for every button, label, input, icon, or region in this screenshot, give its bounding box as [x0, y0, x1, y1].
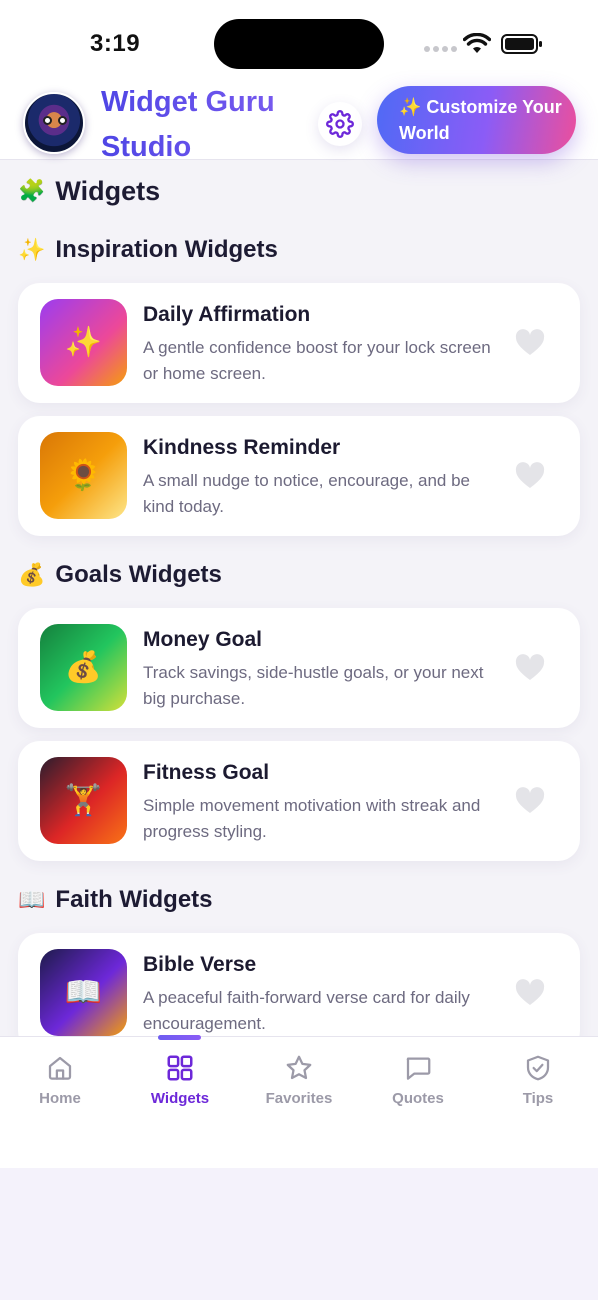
- card-title: Money Goal: [143, 628, 263, 651]
- heart-icon[interactable]: [515, 979, 545, 1007]
- star-icon: [286, 1055, 312, 1080]
- tab-tips[interactable]: Tips: [478, 1037, 598, 1127]
- status-time: 3:19: [90, 30, 141, 57]
- book-icon: 📖: [18, 887, 46, 913]
- tab-label: Home: [39, 1090, 81, 1107]
- widget-card-daily-affirmation[interactable]: ✨ Daily Affirmation A gentle confidence …: [18, 283, 580, 403]
- tab-label: Tips: [522, 1090, 554, 1107]
- dynamic-island: [214, 19, 384, 69]
- card-description: A small nudge to notice, encourage, and …: [143, 471, 471, 516]
- heart-icon[interactable]: [515, 462, 545, 490]
- grid-icon: [167, 1055, 193, 1081]
- card-title: Daily Affirmation: [143, 303, 311, 326]
- card-title: Fitness Goal: [143, 761, 270, 784]
- tab-bar: Home Widgets Favorites Quotes Tips: [0, 1035, 598, 1168]
- puzzle-icon: 🧩: [18, 179, 46, 204]
- wifi-icon: [463, 33, 491, 53]
- money-bag-icon: 💰: [40, 624, 127, 711]
- weightlifter-icon: 🏋: [40, 757, 127, 844]
- avatar[interactable]: [23, 92, 85, 154]
- section-title: Inspiration Widgets: [55, 236, 278, 263]
- tab-label: Quotes: [392, 1090, 444, 1107]
- app-title: Widget Guru Studio: [101, 80, 301, 170]
- home-icon: [48, 1056, 72, 1080]
- heart-icon[interactable]: [515, 329, 545, 357]
- widget-card-fitness-goal[interactable]: 🏋 Fitness Goal Simple movement motivatio…: [18, 741, 580, 861]
- sparkles-icon: ✨: [40, 299, 127, 386]
- section-title: Faith Widgets: [55, 886, 213, 913]
- heart-icon[interactable]: [515, 654, 545, 682]
- tab-label: Widgets: [150, 1090, 210, 1107]
- section-heading-inspiration: ✨ Inspiration Widgets: [18, 236, 278, 264]
- tab-home[interactable]: Home: [0, 1037, 120, 1127]
- section-heading-faith: 📖 Faith Widgets: [18, 886, 213, 914]
- status-bar: 3:19: [0, 0, 598, 80]
- app-header: Widget Guru Studio ✨ Customize Your Worl…: [0, 80, 598, 163]
- tab-label: Favorites: [265, 1090, 333, 1107]
- settings-button[interactable]: [318, 102, 362, 146]
- tab-favorites[interactable]: Favorites: [239, 1037, 359, 1127]
- widget-card-kindness-reminder[interactable]: 🌻 Kindness Reminder A small nudge to not…: [18, 416, 580, 536]
- customize-button[interactable]: ✨ Customize Your World: [377, 86, 576, 154]
- card-title: Kindness Reminder: [143, 436, 341, 459]
- chat-icon: [406, 1057, 431, 1080]
- card-title: Bible Verse: [143, 953, 257, 976]
- sparkles-icon: ✨: [18, 237, 46, 263]
- card-description: A peaceful faith-forward verse card for …: [143, 988, 470, 1033]
- app-screen: 3:19 Widget Guru Studio ✨ Customize Your…: [0, 0, 598, 1168]
- sunflower-icon: 🌻: [40, 432, 127, 519]
- card-description: Track savings, side-hustle goals, or you…: [143, 663, 484, 708]
- page-title-text: Widgets: [55, 176, 161, 206]
- gear-icon: [326, 110, 354, 138]
- cellular-signal-icon: [424, 46, 457, 52]
- tab-widgets[interactable]: Widgets: [120, 1037, 240, 1127]
- book-icon: 📖: [40, 949, 127, 1036]
- card-description: A gentle confidence boost for your lock …: [143, 338, 491, 383]
- widget-card-money-goal[interactable]: 💰 Money Goal Track savings, side-hustle …: [18, 608, 580, 728]
- section-title: Goals Widgets: [55, 561, 222, 588]
- heart-icon[interactable]: [515, 787, 545, 815]
- money-bag-icon: 💰: [18, 562, 46, 588]
- card-description: Simple movement motivation with streak a…: [143, 796, 481, 841]
- shield-check-icon: [526, 1055, 550, 1081]
- page-title: 🧩 Widgets: [18, 176, 160, 207]
- widget-card-bible-verse[interactable]: 📖 Bible Verse A peaceful faith-forward v…: [18, 933, 580, 1053]
- tab-quotes[interactable]: Quotes: [358, 1037, 478, 1127]
- battery-icon: [501, 34, 542, 54]
- section-heading-goals: 💰 Goals Widgets: [18, 561, 222, 589]
